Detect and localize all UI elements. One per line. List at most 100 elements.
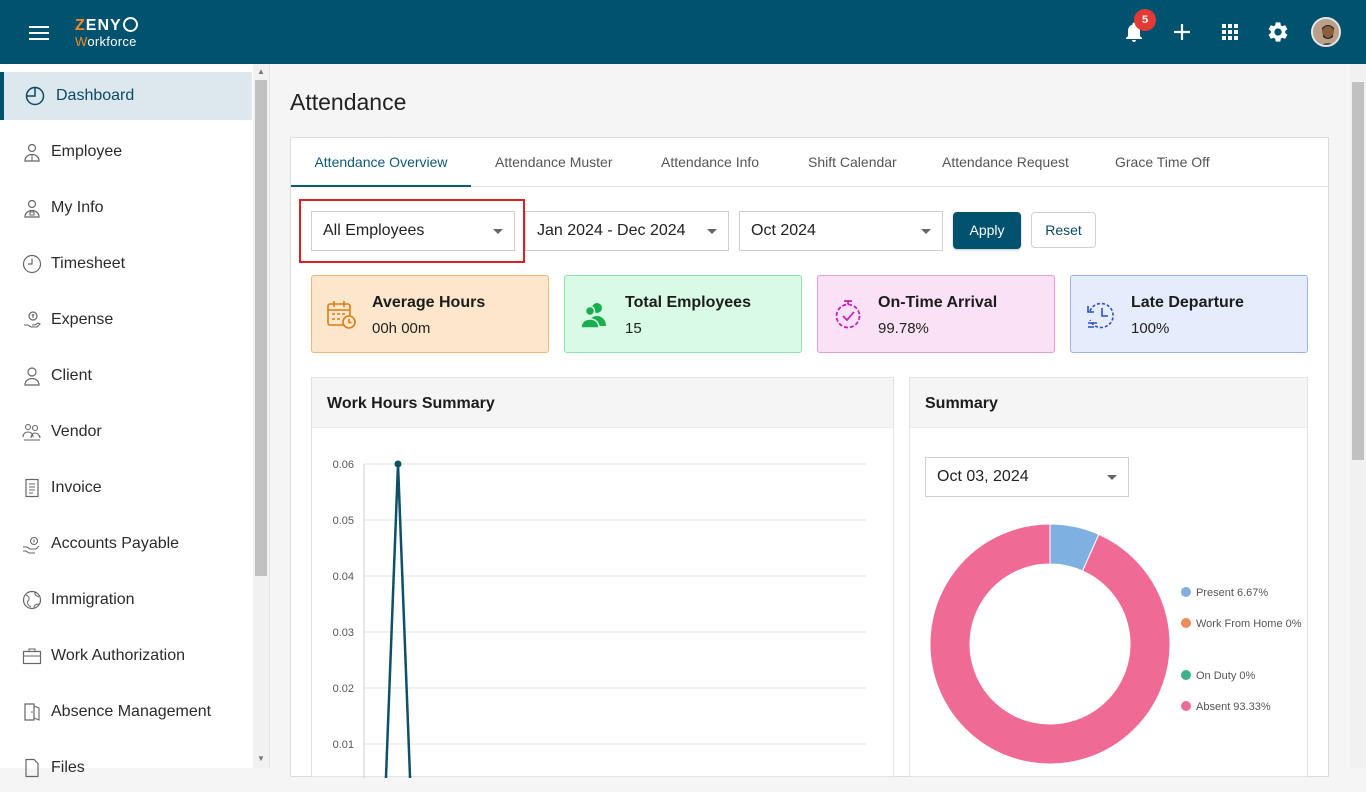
sidebar-item-label: Employee [51,143,123,160]
stat-value: 99.78% [878,320,929,337]
reset-button[interactable]: Reset [1031,212,1096,248]
users-icon [580,303,606,329]
sidebar-item-accounts-payable[interactable]: Accounts Payable [0,520,252,568]
calendar-clock-icon [327,301,356,329]
tab-bar: Attendance Overview Attendance Muster At… [291,138,1328,187]
logo-top-text: Z [75,17,86,34]
legend-dot [1181,670,1191,680]
sidebar-item-dashboard[interactable]: Dashboard [0,72,252,120]
sidebar-item-label: Expense [51,311,114,328]
sidebar-item-absence-management[interactable]: Absence Management [0,688,252,736]
legend-item[interactable]: Work From Home 0% [1181,614,1306,635]
legend-item[interactable]: Absent 93.33% [1181,697,1306,718]
legend-dot [1181,587,1191,597]
timer-check-icon [835,300,861,329]
apply-button[interactable]: Apply [953,212,1021,249]
sidebar-scrollbar-thumb[interactable] [255,80,267,576]
plus-icon[interactable] [1170,20,1194,44]
y-tick-label: 0.05 [333,515,354,527]
gear-icon[interactable] [1266,20,1290,44]
data-point[interactable] [394,460,402,468]
stat-label: On-Time Arrival [878,294,998,311]
summary-card: Summary Oct 03, 2024 Present 6.67% Work F… [909,377,1308,777]
sidebar-item-label: Dashboard [56,87,135,104]
logo-top-rest: ENY [85,17,122,34]
person-icon [24,143,40,162]
y-tick-label: 0.02 [333,683,354,695]
sidebar-item-files[interactable]: Files [0,744,252,792]
sidebar-item-vendor[interactable]: Vendor [0,408,252,456]
hand-coin-icon [23,536,40,554]
summary-donut-chart [929,523,1171,765]
scroll-down-arrow-icon[interactable]: ▼ [256,754,266,764]
clock-icon [22,254,42,274]
top-navigation-bar: ZENY Workforce 5 [0,0,1366,64]
sidebar-item-label: Immigration [51,591,135,608]
legend-dot [1181,618,1191,628]
stat-value: 00h 00m [372,320,431,337]
stat-card-total-employees: Total Employees 15 [564,275,802,353]
sidebar-item-invoice[interactable]: Invoice [0,464,252,512]
sidebar: Dashboard Employee My Info Timesheet Exp… [0,64,270,778]
tab-attendance-request[interactable]: Attendance Request [942,138,1069,187]
sidebar-item-expense[interactable]: Expense [0,296,252,344]
tab-shift-calendar[interactable]: Shift Calendar [808,138,897,187]
page-scrollbar-thumb[interactable] [1352,82,1364,460]
app-logo[interactable]: ZENY Workforce [75,17,138,48]
legend-dot [1181,701,1191,711]
sidebar-item-label: Accounts Payable [51,535,180,552]
sidebar-item-my-info[interactable]: My Info [0,184,252,232]
briefcase-icon [22,648,42,665]
document-icon [25,478,39,498]
user-avatar[interactable] [1311,17,1341,47]
stat-card-late-departure: Late Departure 100% [1070,275,1308,353]
donut-slice[interactable] [929,523,1171,765]
sidebar-item-label: Invoice [51,479,102,496]
sidebar-item-label: Vendor [51,423,102,440]
sidebar-item-label: Client [51,367,92,384]
user-icon [24,367,40,386]
sidebar-item-employee[interactable]: Employee [0,128,252,176]
apps-grid-icon[interactable] [1218,20,1242,44]
y-tick-label: 0.01 [333,739,354,751]
stat-value: 15 [625,320,642,337]
money-hand-icon [24,311,41,328]
legend-item[interactable]: Present 6.67% [1181,583,1306,604]
tab-attendance-muster[interactable]: Attendance Muster [495,138,613,187]
date-range-select[interactable]: Jan 2024 - Dec 2024 [525,211,729,251]
scroll-up-arrow-icon[interactable]: ▲ [256,67,266,77]
sidebar-item-timesheet[interactable]: Timesheet [0,240,252,288]
stat-value: 100% [1131,320,1170,337]
y-tick-label: 0.03 [333,627,354,639]
sidebar-item-work-authorization[interactable]: Work Authorization [0,632,252,680]
stat-label: Late Departure [1131,294,1244,311]
month-select[interactable]: Oct 2024 [739,211,943,251]
tab-grace-time-off[interactable]: Grace Time Off [1115,138,1210,187]
summary-date-select[interactable]: Oct 03, 2024 [925,457,1129,497]
employee-select-value: All Employees [323,222,425,239]
card-title: Summary [910,378,1307,428]
tab-attendance-info[interactable]: Attendance Info [661,138,759,187]
month-select-value: Oct 2024 [751,222,816,239]
stat-card-on-time-arrival: On-Time Arrival 99.78% [817,275,1055,353]
stat-card-average-hours: Average Hours 00h 00m [311,275,549,353]
employee-select[interactable]: All Employees [311,211,515,251]
sidebar-item-client[interactable]: Client [0,352,252,400]
card-title: Work Hours Summary [312,378,893,428]
door-exit-icon [24,703,40,721]
sidebar-item-immigration[interactable]: Immigration [0,576,252,624]
y-tick-label: 0.04 [333,571,354,583]
person-id-icon [24,199,40,218]
globe-icon [22,590,42,610]
vendor-icon [22,423,41,441]
work-hours-card: Work Hours Summary 0.06 0.05 0.04 0.03 0.02 0… [311,377,894,778]
page-title: Attendance [290,89,407,115]
menu-icon[interactable] [29,26,51,40]
tab-attendance-overview[interactable]: Attendance Overview [291,138,471,187]
legend-label: Work From Home 0% [1196,618,1302,630]
sidebar-item-label: Absence Management [51,703,212,720]
legend-item[interactable]: On Duty 0% [1181,666,1306,687]
chevron-down-icon [493,229,503,234]
stat-label: Total Employees [625,294,751,311]
pie-chart-icon [25,86,45,106]
